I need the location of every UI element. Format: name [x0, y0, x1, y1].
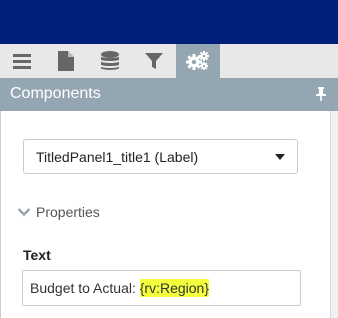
document-tab[interactable]	[44, 44, 88, 78]
components-tab[interactable]	[176, 44, 220, 78]
filter-icon	[145, 53, 163, 69]
chevron-down-icon	[17, 208, 31, 217]
gears-icon	[186, 51, 209, 70]
text-field-label: Text	[23, 247, 51, 263]
database-tab[interactable]	[88, 44, 132, 78]
text-field-value: Budget to Actual: {rv:Region}	[30, 279, 210, 297]
panel-toolbar	[0, 44, 338, 78]
caret-down-icon	[275, 154, 285, 160]
top-bar	[0, 0, 338, 44]
database-icon	[101, 51, 119, 70]
properties-label: Properties	[36, 204, 100, 220]
region-variable-token: {rv:Region}	[139, 279, 210, 297]
panel-title: Components	[10, 85, 101, 102]
pin-button[interactable]	[316, 87, 326, 106]
pin-icon	[316, 87, 326, 101]
document-icon	[58, 51, 74, 71]
component-select[interactable]: TitledPanel1_title1 (Label)	[23, 139, 298, 174]
menu-tab[interactable]	[0, 44, 44, 78]
filter-tab[interactable]	[132, 44, 176, 78]
text-field-input[interactable]: Budget to Actual: {rv:Region}	[22, 270, 301, 306]
components-panel-header: Components	[0, 78, 338, 111]
hamburger-menu-icon	[13, 54, 31, 69]
properties-section-toggle[interactable]: Properties	[17, 202, 100, 222]
text-value-prefix: Budget to Actual:	[30, 280, 140, 296]
component-select-value: TitledPanel1_title1 (Label)	[36, 149, 199, 165]
vertical-scrollbar[interactable]	[330, 111, 338, 318]
